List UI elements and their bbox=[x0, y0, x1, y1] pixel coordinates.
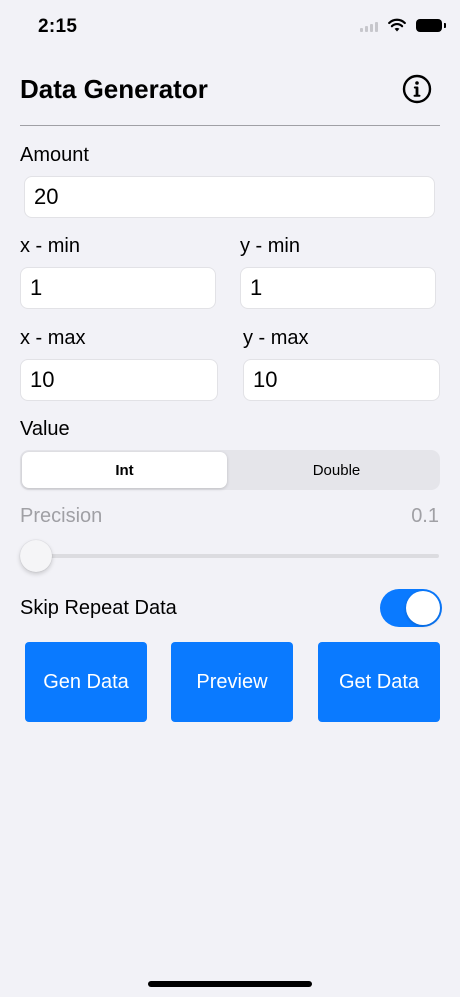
x-max-field[interactable]: 10 bbox=[20, 359, 218, 401]
toggle-knob bbox=[406, 591, 440, 625]
y-max-field[interactable]: 10 bbox=[243, 359, 440, 401]
wifi-icon bbox=[388, 18, 406, 32]
gen-data-button[interactable]: Gen Data bbox=[25, 642, 147, 722]
page-title: Data Generator bbox=[20, 74, 208, 104]
amount-field[interactable]: 20 bbox=[24, 176, 435, 218]
header-divider bbox=[20, 125, 440, 126]
info-circle-icon[interactable] bbox=[402, 74, 432, 104]
amount-label: Amount bbox=[20, 144, 89, 166]
x-max-label: x - max bbox=[20, 327, 86, 349]
cellular-signal-icon bbox=[360, 18, 378, 32]
precision-slider-thumb[interactable] bbox=[20, 540, 52, 572]
precision-label: Precision bbox=[20, 505, 103, 527]
status-icons bbox=[360, 18, 446, 32]
precision-value: 0.1 bbox=[411, 505, 439, 527]
precision-slider-track[interactable] bbox=[20, 554, 439, 558]
y-min-field[interactable]: 1 bbox=[240, 267, 436, 309]
x-min-field[interactable]: 1 bbox=[20, 267, 216, 309]
segment-int[interactable]: Int bbox=[22, 452, 227, 488]
home-indicator bbox=[148, 981, 312, 987]
skip-repeat-label: Skip Repeat Data bbox=[20, 597, 177, 619]
value-label: Value bbox=[20, 418, 70, 440]
get-data-button[interactable]: Get Data bbox=[318, 642, 440, 722]
value-segmented-control: Int Double bbox=[20, 450, 440, 490]
battery-icon bbox=[416, 18, 446, 32]
status-time: 2:15 bbox=[38, 16, 78, 37]
y-min-label: y - min bbox=[240, 235, 300, 257]
preview-button[interactable]: Preview bbox=[171, 642, 293, 722]
segment-double[interactable]: Double bbox=[235, 452, 438, 488]
x-min-label: x - min bbox=[20, 235, 80, 257]
y-max-label: y - max bbox=[243, 327, 309, 349]
skip-repeat-toggle[interactable] bbox=[380, 589, 442, 627]
